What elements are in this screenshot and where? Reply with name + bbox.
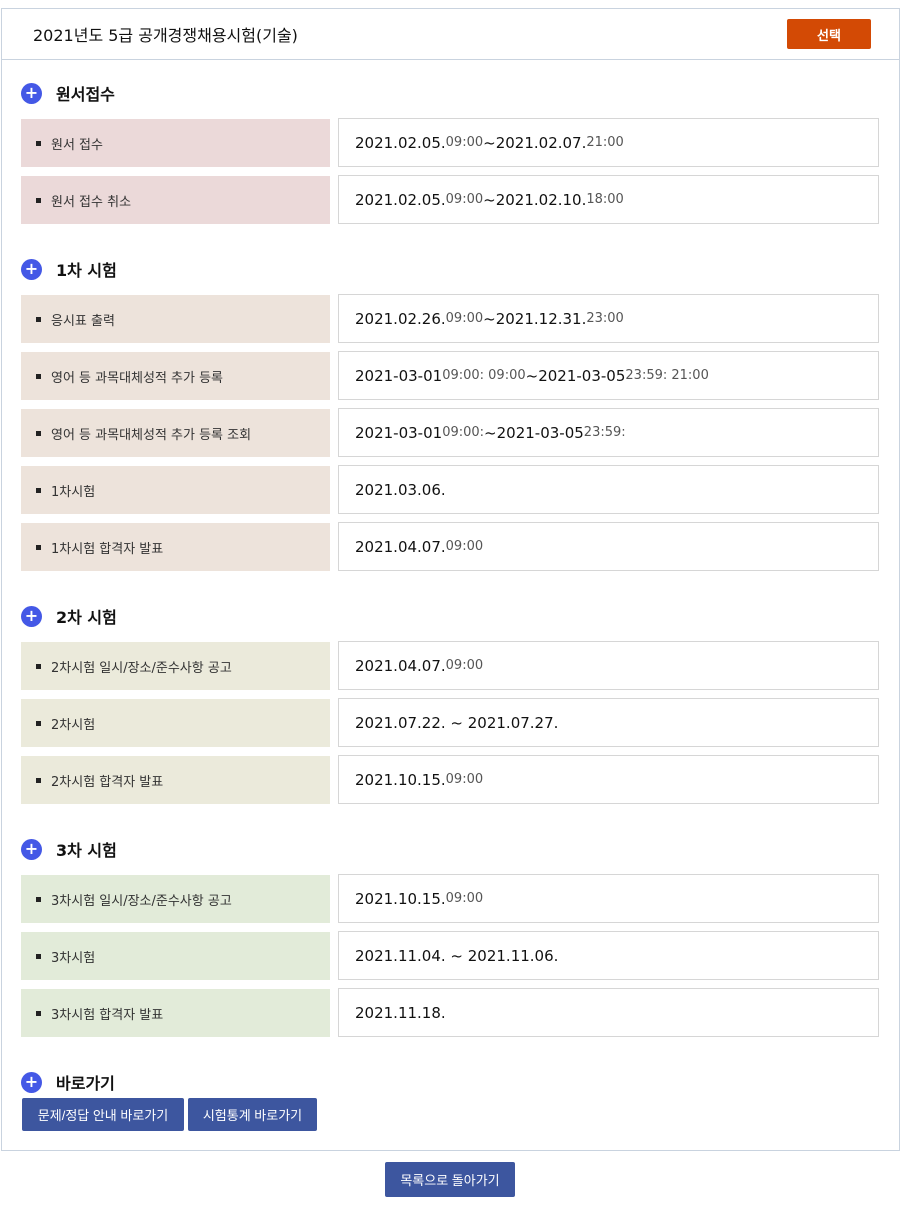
schedule-row: 2차시험 2021.07.22. ~ 2021.07.27. xyxy=(21,698,879,747)
date-text: 2021.04.07. xyxy=(355,656,446,675)
section-title: 바로가기 xyxy=(56,1074,115,1093)
date-text: 2021.02.05. xyxy=(355,190,446,209)
date-text: 2021.11.04. ~ 2021.11.06. xyxy=(355,946,559,965)
schedule-row: 2차시험 일시/장소/준수사항 공고 2021.04.07. 09:00 xyxy=(21,641,879,690)
row-value: 2021.02.05. 09:00 ~ 2021.02.10. 18:00 xyxy=(338,175,879,224)
row-label: 원서 접수 취소 xyxy=(21,176,330,224)
date-text: 2021.02.07. xyxy=(495,133,587,152)
row-value: 2021.02.26. 09:00 ~ 2021.12.31. 23:00 xyxy=(338,294,879,343)
row-value: 2021.03.06. xyxy=(338,465,879,514)
date-text: ~ xyxy=(483,133,496,152)
schedule-row: 영어 등 과목대체성적 추가 등록 2021-03-01 09:00: 09:0… xyxy=(21,351,879,400)
row-label: 2차시험 합격자 발표 xyxy=(21,756,330,804)
row-label: 3차시험 일시/장소/준수사항 공고 xyxy=(21,875,330,923)
date-text: 2021.10.15. xyxy=(355,889,446,908)
section-header-third-exam[interactable]: + 3차 시험 xyxy=(21,837,117,861)
back-to-list-button[interactable]: 목록으로 돌아가기 xyxy=(385,1162,515,1197)
time-text: 23:00 xyxy=(586,311,624,326)
row-value: 2021-03-01 09:00: 09:00 ~ 2021-03-05 23:5… xyxy=(338,351,879,400)
plus-icon[interactable]: + xyxy=(21,258,42,280)
time-text: 09:00 xyxy=(445,311,484,326)
plus-icon[interactable]: + xyxy=(21,605,42,627)
row-label: 1차시험 합격자 발표 xyxy=(21,523,330,571)
section-title: 3차 시험 xyxy=(56,841,117,860)
row-label: 2차시험 일시/장소/준수사항 공고 xyxy=(21,642,330,690)
time-text: 09:00 xyxy=(445,658,484,673)
schedule-row: 1차시험 합격자 발표 2021.04.07. 09:00 xyxy=(21,522,879,571)
date-text: 2021.04.07. xyxy=(355,537,446,556)
time-text: 09:00 xyxy=(445,539,484,554)
row-label: 3차시험 xyxy=(21,932,330,980)
panel-header: 2021년도 5급 공개경쟁채용시험(기술) 선택 xyxy=(2,9,899,60)
date-text: 2021-03-01 xyxy=(355,366,443,385)
row-label: 영어 등 과목대체성적 추가 등록 xyxy=(21,352,330,400)
section-header-second-exam[interactable]: + 2차 시험 xyxy=(21,604,117,628)
row-label: 1차시험 xyxy=(21,466,330,514)
row-value: 2021.04.07. 09:00 xyxy=(338,641,879,690)
row-value: 2021-03-01 09:00: ~ 2021-03-05 23:59: xyxy=(338,408,879,457)
section-header-shortcuts[interactable]: + 바로가기 xyxy=(21,1070,115,1094)
row-value: 2021.07.22. ~ 2021.07.27. xyxy=(338,698,879,747)
schedule-row: 2차시험 합격자 발표 2021.10.15. 09:00 xyxy=(21,755,879,804)
date-text: 2021.02.26. xyxy=(355,309,446,328)
row-value: 2021.10.15. 09:00 xyxy=(338,755,879,804)
time-text: 09:00 xyxy=(445,891,484,906)
row-label: 2차시험 xyxy=(21,699,330,747)
row-label: 원서 접수 xyxy=(21,119,330,167)
date-text: ~ xyxy=(483,190,496,209)
section-title: 1차 시험 xyxy=(56,261,117,280)
date-text: ~ xyxy=(484,423,497,442)
date-text: 2021-03-05 xyxy=(538,366,626,385)
date-text: 2021.12.31. xyxy=(495,309,587,328)
row-label: 응시표 출력 xyxy=(21,295,330,343)
schedule-row: 응시표 출력 2021.02.26. 09:00 ~ 2021.12.31. 2… xyxy=(21,294,879,343)
date-text: 2021.02.05. xyxy=(355,133,446,152)
schedule-row: 영어 등 과목대체성적 추가 등록 조회 2021-03-01 09:00: ~… xyxy=(21,408,879,457)
section-title: 원서접수 xyxy=(56,85,115,104)
row-label: 3차시험 합격자 발표 xyxy=(21,989,330,1037)
section-header-first-exam[interactable]: + 1차 시험 xyxy=(21,257,117,281)
row-label: 영어 등 과목대체성적 추가 등록 조회 xyxy=(21,409,330,457)
exam-statistics-shortcut-button[interactable]: 시험통계 바로가기 xyxy=(188,1098,317,1131)
time-text: 21:00 xyxy=(586,135,624,150)
schedule-row: 3차시험 일시/장소/준수사항 공고 2021.10.15. 09:00 xyxy=(21,874,879,923)
schedule-row: 3차시험 합격자 발표 2021.11.18. xyxy=(21,988,879,1037)
plus-icon[interactable]: + xyxy=(21,82,42,104)
schedule-row: 1차시험 2021.03.06. xyxy=(21,465,879,514)
time-text: 23:59: xyxy=(583,425,626,440)
time-text: 23:59: 21:00 xyxy=(625,368,709,383)
schedule-row: 3차시험 2021.11.04. ~ 2021.11.06. xyxy=(21,931,879,980)
time-text: 09:00 xyxy=(445,192,484,207)
exam-title: 2021년도 5급 공개경쟁채용시험(기술) xyxy=(33,26,298,45)
time-text: 09:00: 09:00 xyxy=(442,368,526,383)
date-text: ~ xyxy=(525,366,539,385)
date-text: 2021.07.22. ~ 2021.07.27. xyxy=(355,713,559,732)
date-text: 2021.03.06. xyxy=(355,480,446,499)
date-text: 2021-03-05 xyxy=(496,423,584,442)
row-value: 2021.11.18. xyxy=(338,988,879,1037)
plus-icon[interactable]: + xyxy=(21,1071,42,1093)
time-text: 09:00 xyxy=(445,135,484,150)
select-button[interactable]: 선택 xyxy=(787,19,871,49)
row-value: 2021.10.15. 09:00 xyxy=(338,874,879,923)
time-text: 18:00 xyxy=(586,192,624,207)
plus-icon[interactable]: + xyxy=(21,838,42,860)
row-value: 2021.11.04. ~ 2021.11.06. xyxy=(338,931,879,980)
row-value: 2021.04.07. 09:00 xyxy=(338,522,879,571)
date-text: 2021-03-01 xyxy=(355,423,443,442)
schedule-row: 원서 접수 취소 2021.02.05. 09:00 ~ 2021.02.10.… xyxy=(21,175,879,224)
date-text: ~ xyxy=(483,309,496,328)
section-header-application[interactable]: + 원서접수 xyxy=(21,81,115,105)
section-title: 2차 시험 xyxy=(56,608,117,627)
time-text: 09:00 xyxy=(445,772,484,787)
date-text: 2021.02.10. xyxy=(495,190,587,209)
schedule-row: 원서 접수 2021.02.05. 09:00 ~ 2021.02.07. 21… xyxy=(21,118,879,167)
row-value: 2021.02.05. 09:00 ~ 2021.02.07. 21:00 xyxy=(338,118,879,167)
date-text: 2021.11.18. xyxy=(355,1003,446,1022)
time-text: 09:00: xyxy=(442,425,485,440)
date-text: 2021.10.15. xyxy=(355,770,446,789)
problem-answer-shortcut-button[interactable]: 문제/정답 안내 바로가기 xyxy=(22,1098,184,1131)
